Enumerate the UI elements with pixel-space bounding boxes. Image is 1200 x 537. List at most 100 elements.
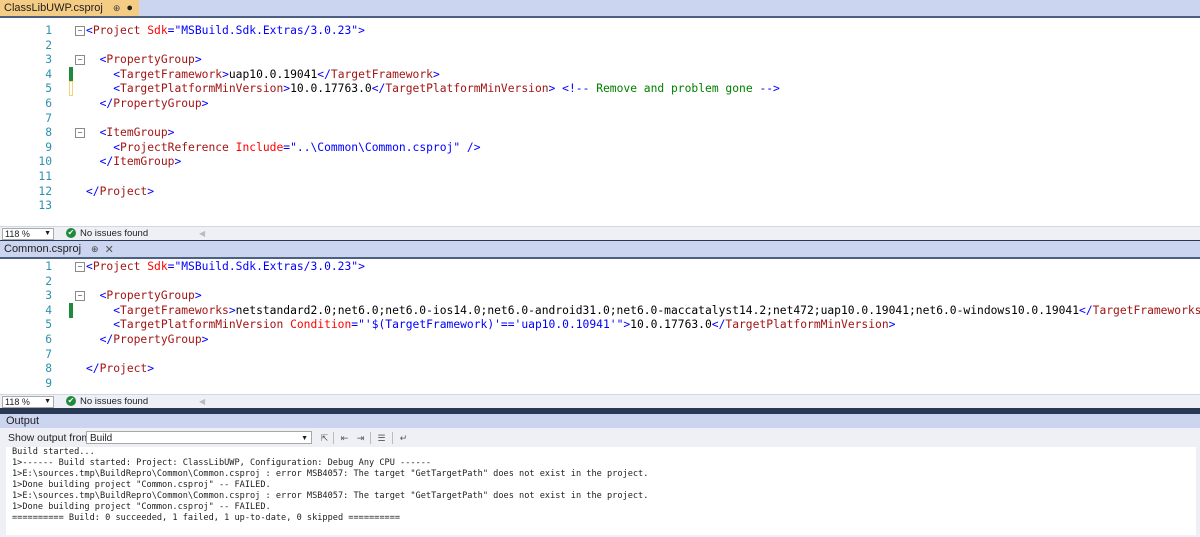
- line-number: 13: [38, 199, 52, 213]
- code-text[interactable]: </Project>: [86, 184, 154, 199]
- code-line[interactable]: 10 </ItemGroup>: [0, 154, 1200, 169]
- line-number: 5: [45, 318, 52, 332]
- output-source-value: Build: [90, 433, 113, 444]
- chevron-down-icon: ▼: [301, 435, 308, 442]
- output-text[interactable]: Build started... 1>------ Build started:…: [6, 447, 1196, 535]
- output-title: Output: [0, 414, 1200, 428]
- output-window: Output Show output from: Build ▼ ⇱ ⇤ ⇥ ☰ …: [0, 414, 1200, 537]
- code-text[interactable]: <TargetPlatformMinVersion Condition="'$(…: [86, 317, 895, 332]
- code-line[interactable]: 1 <Project Sdk="MSBuild.Sdk.Extras/3.0.23…: [0, 259, 1200, 274]
- code-line[interactable]: 5 <TargetPlatformMinVersion>10.0.17763.0…: [0, 81, 1200, 97]
- zoom-value: 118 %: [5, 397, 30, 407]
- code-line[interactable]: 11: [0, 169, 1200, 184]
- tab-classlibuwp[interactable]: ClassLibUWP.csproj ⊕ ●: [0, 0, 140, 16]
- editor1-tabstrip: ClassLibUWP.csproj ⊕ ●: [0, 0, 1200, 18]
- scroll-left-icon[interactable]: ◀: [199, 227, 205, 240]
- previous-message-icon[interactable]: ⇤: [338, 432, 351, 444]
- code-line[interactable]: 6 </PropertyGroup>: [0, 332, 1200, 347]
- code-text[interactable]: <ProjectReference Include="..\Common\Com…: [86, 140, 480, 155]
- tab-label: Common.csproj: [4, 243, 82, 255]
- output-toolbar: Show output from: Build ▼ ⇱ ⇤ ⇥ ☰ ↵: [0, 430, 1200, 446]
- code-text[interactable]: <PropertyGroup>: [86, 52, 202, 67]
- pin-icon[interactable]: ⊕: [91, 244, 99, 255]
- code-text[interactable]: </Project>: [86, 361, 154, 376]
- code-line[interactable]: 4 <TargetFrameworks>netstandard2.0;net6.…: [0, 302, 1200, 318]
- code-line[interactable]: 8 <ItemGroup> −: [0, 125, 1200, 140]
- find-message-icon[interactable]: ⇱: [318, 432, 331, 444]
- editor2-code-pane[interactable]: 1 <Project Sdk="MSBuild.Sdk.Extras/3.0.23…: [0, 259, 1200, 394]
- line-number: 7: [45, 347, 52, 361]
- line-number: 6: [45, 97, 52, 110]
- tab-common[interactable]: Common.csproj ⊕ ✕: [0, 241, 120, 257]
- line-number: 4: [45, 303, 52, 317]
- close-icon[interactable]: ✕: [105, 243, 114, 256]
- clear-all-icon[interactable]: ☰: [375, 432, 388, 444]
- code-line[interactable]: 1 <Project Sdk="MSBuild.Sdk.Extras/3.0.23…: [0, 23, 1200, 38]
- chevron-down-icon: ▼: [44, 230, 51, 237]
- line-number: 9: [45, 140, 52, 154]
- chevron-down-icon: ▼: [44, 398, 51, 405]
- next-message-icon[interactable]: ⇥: [354, 432, 367, 444]
- line-number: 1: [45, 24, 52, 37]
- change-marker: [69, 81, 73, 97]
- word-wrap-icon[interactable]: ↵: [397, 432, 410, 444]
- line-number: 12: [38, 184, 52, 198]
- line-number: 6: [45, 333, 52, 346]
- code-line[interactable]: 6 </PropertyGroup>: [0, 96, 1200, 111]
- toolbar-separator: [333, 432, 334, 444]
- pin-icon[interactable]: ⊕: [113, 3, 121, 14]
- code-line[interactable]: 4 <TargetFramework>uap10.0.19041</Target…: [0, 66, 1200, 82]
- check-circle-icon: ✔: [66, 396, 76, 406]
- modified-dot-icon: ●: [126, 2, 134, 14]
- change-marker: [69, 302, 73, 318]
- code-line[interactable]: 8 </Project>: [0, 361, 1200, 376]
- code-line[interactable]: 5 <TargetPlatformMinVersion Condition="'…: [0, 317, 1200, 332]
- code-text[interactable]: <TargetPlatformMinVersion>10.0.17763.0</…: [86, 81, 780, 96]
- zoom-combobox[interactable]: 118 % ▼: [2, 396, 54, 408]
- code-line[interactable]: 7: [0, 111, 1200, 126]
- code-line[interactable]: 3 <PropertyGroup> −: [0, 52, 1200, 67]
- editor2-status-bar: 118 % ▼ ✔ No issues found ◀: [0, 394, 1200, 408]
- code-text[interactable]: <TargetFrameworks>netstandard2.0;net6.0;…: [86, 303, 1200, 318]
- line-number: 8: [45, 362, 52, 376]
- code-text[interactable]: <PropertyGroup>: [86, 288, 202, 303]
- check-circle-icon: ✔: [66, 228, 76, 238]
- collapse-icon[interactable]: −: [75, 262, 85, 272]
- change-marker: [69, 66, 73, 82]
- code-text[interactable]: <ItemGroup>: [86, 125, 175, 140]
- line-number: 11: [38, 170, 52, 183]
- code-line[interactable]: 7: [0, 347, 1200, 362]
- collapse-icon[interactable]: −: [75, 26, 85, 36]
- code-text[interactable]: <Project Sdk="MSBuild.Sdk.Extras/3.0.23"…: [86, 23, 365, 38]
- output-source-select[interactable]: Build ▼: [86, 431, 312, 444]
- code-line[interactable]: 13: [0, 198, 1200, 213]
- issues-status[interactable]: No issues found: [80, 395, 148, 408]
- issues-status[interactable]: No issues found: [80, 227, 148, 240]
- code-line[interactable]: 9: [0, 376, 1200, 391]
- collapse-icon[interactable]: −: [75, 291, 85, 302]
- line-number: 9: [45, 376, 52, 390]
- toolbar-separator: [370, 432, 371, 444]
- tab-label: ClassLibUWP.csproj: [4, 2, 103, 14]
- scroll-left-icon[interactable]: ◀: [199, 395, 205, 408]
- code-text[interactable]: </PropertyGroup>: [86, 96, 209, 111]
- code-line[interactable]: 2: [0, 38, 1200, 53]
- editor2-tabstrip: Common.csproj ⊕ ✕: [0, 241, 1200, 259]
- code-text[interactable]: </ItemGroup>: [86, 154, 182, 169]
- code-text[interactable]: </PropertyGroup>: [86, 332, 209, 347]
- code-line[interactable]: 2: [0, 274, 1200, 289]
- toolbar-separator: [392, 432, 393, 444]
- collapse-icon[interactable]: −: [75, 128, 85, 139]
- code-text[interactable]: <TargetFramework>uap10.0.19041</TargetFr…: [86, 67, 440, 82]
- collapse-icon[interactable]: −: [75, 55, 85, 66]
- editor1-code-pane[interactable]: 1 <Project Sdk="MSBuild.Sdk.Extras/3.0.23…: [0, 18, 1200, 226]
- code-line[interactable]: 12 </Project>: [0, 184, 1200, 199]
- line-number: 2: [45, 38, 52, 52]
- zoom-value: 118 %: [5, 229, 30, 239]
- line-number: 7: [45, 111, 52, 125]
- zoom-combobox[interactable]: 118 % ▼: [2, 228, 54, 240]
- code-text[interactable]: <Project Sdk="MSBuild.Sdk.Extras/3.0.23"…: [86, 259, 365, 274]
- code-line[interactable]: 9 <ProjectReference Include="..\Common\C…: [0, 140, 1200, 155]
- editor1-status-bar: 118 % ▼ ✔ No issues found ◀: [0, 226, 1200, 240]
- code-line[interactable]: 3 <PropertyGroup> −: [0, 288, 1200, 303]
